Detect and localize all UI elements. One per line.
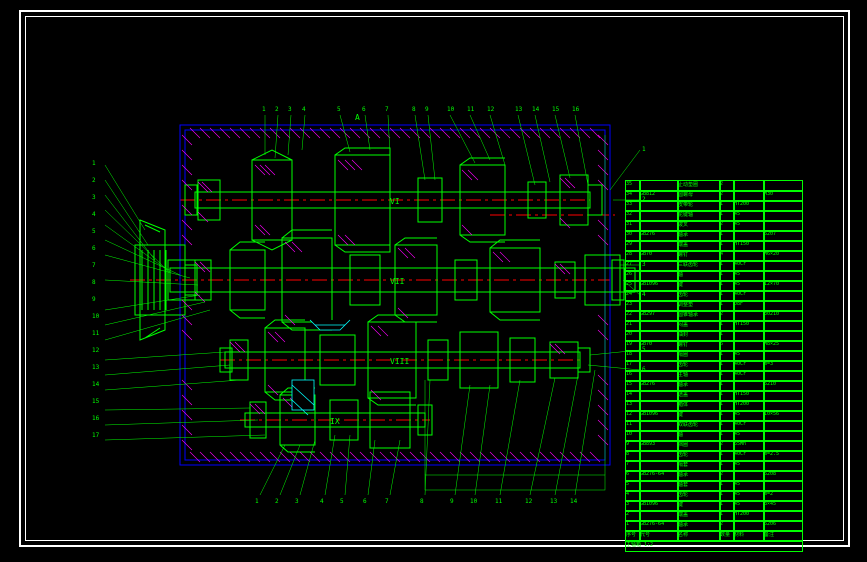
- parts-list-table: 序号代号名称数量材料备注主轴箱 1:21GB276-64轴承262062端盖1H…: [625, 110, 835, 550]
- cad-viewport[interactable]: VI VII VIII IX A 12345678910111213141516…: [0, 0, 867, 562]
- drawing-canvas[interactable]: VI VII VIII IX A 12345678910111213141516…: [30, 20, 840, 540]
- svg-text:VI: VI: [390, 197, 400, 206]
- svg-text:IX: IX: [330, 417, 340, 426]
- svg-text:A: A: [355, 113, 360, 122]
- svg-text:VII: VII: [390, 277, 405, 286]
- svg-text:VIII: VIII: [390, 357, 409, 366]
